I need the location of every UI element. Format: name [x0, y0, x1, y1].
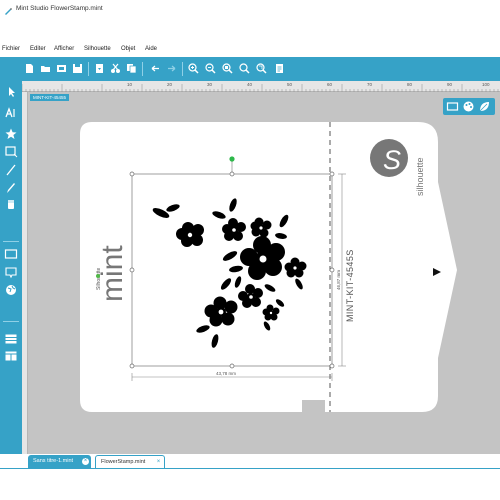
resize-handle[interactable]: [229, 171, 235, 177]
document-tabs: Sans titre-1.mint × FlowerStamp.mint ×: [0, 454, 500, 468]
resize-handle[interactable]: [329, 171, 335, 177]
resize-handle[interactable]: [329, 363, 335, 369]
brand-mint: mint: [96, 245, 129, 302]
resize-handle[interactable]: [129, 363, 135, 369]
resize-handle[interactable]: [129, 171, 135, 177]
mint-studio-window: Mint Studio FlowerStamp.mint Fichier Edi…: [0, 0, 500, 500]
tab-close-icon[interactable]: ×: [82, 458, 89, 465]
tab-close-icon[interactable]: ×: [155, 459, 162, 466]
design-mode-icon[interactable]: [446, 100, 459, 113]
color-palette-icon[interactable]: [462, 100, 475, 113]
tab-label: Sans titre-1.mint: [33, 458, 74, 464]
width-label: 43,78 mm: [216, 371, 236, 376]
tab-flowerstamp[interactable]: FlowerStamp.mint ×: [95, 455, 165, 468]
status-bar: [0, 468, 500, 500]
stamp-sheet: Silhouette mint MINT-KIT-4545S S silhoue…: [80, 122, 457, 412]
resize-handle[interactable]: [229, 363, 235, 369]
status-divider: [0, 468, 500, 469]
logo-text: silhouette: [415, 157, 425, 196]
mint-brand: Silhouette mint: [96, 245, 129, 302]
resize-handle[interactable]: [329, 267, 335, 273]
stamp-code: MINT-KIT-4545S: [345, 249, 355, 322]
brand-leaf-icon: [96, 274, 100, 278]
rotate-handle[interactable]: [229, 156, 235, 162]
view-mode-panel: [443, 98, 495, 115]
leaf-icon[interactable]: [478, 100, 491, 113]
tab-sans-titre[interactable]: Sans titre-1.mint ×: [28, 455, 91, 468]
resize-handle[interactable]: [129, 267, 135, 273]
logo-letter: S: [383, 145, 401, 175]
height-label: 46,87 mm: [336, 270, 341, 290]
tab-label: FlowerStamp.mint: [101, 459, 146, 465]
